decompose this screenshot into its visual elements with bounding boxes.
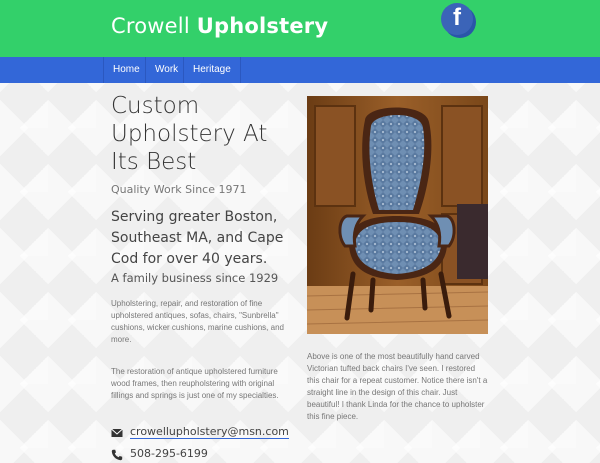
- chair-illustration: [307, 96, 488, 334]
- main-nav: Home Work Heritage: [0, 57, 600, 83]
- brand-name-bold: Upholstery: [196, 14, 329, 38]
- service-area: Serving greater Boston, Southeast MA, an…: [111, 209, 284, 267]
- brand-name-light: Crowell: [111, 14, 190, 38]
- envelope-icon: [111, 428, 123, 437]
- photo-caption: Above is one of the most beautifully han…: [307, 352, 488, 421]
- services-paragraph: Upholstering, repair, and restoration of…: [111, 299, 284, 344]
- chair-photo: [307, 96, 488, 334]
- site-header: Crowell Upholstery f: [0, 0, 600, 57]
- facebook-letter: f: [453, 4, 461, 31]
- email-link[interactable]: crowellupholstery@msn.com: [130, 425, 289, 439]
- restoration-paragraph: The restoration of antique upholstered f…: [111, 367, 279, 400]
- tagline: Quality Work Since 1971: [111, 183, 247, 196]
- site-logo[interactable]: Crowell Upholstery: [111, 14, 328, 38]
- phone-number[interactable]: 508-295-6199: [130, 447, 208, 460]
- phone-icon: [111, 449, 123, 461]
- nav-item-home[interactable]: Home: [103, 57, 149, 83]
- facebook-icon[interactable]: f: [441, 3, 473, 35]
- nav-item-heritage[interactable]: Heritage: [183, 57, 241, 83]
- family-business-line: A family business since 1929: [111, 271, 279, 285]
- nav-item-work[interactable]: Work: [145, 57, 187, 83]
- page-title: Custom Upholstery At Its Best: [111, 93, 268, 175]
